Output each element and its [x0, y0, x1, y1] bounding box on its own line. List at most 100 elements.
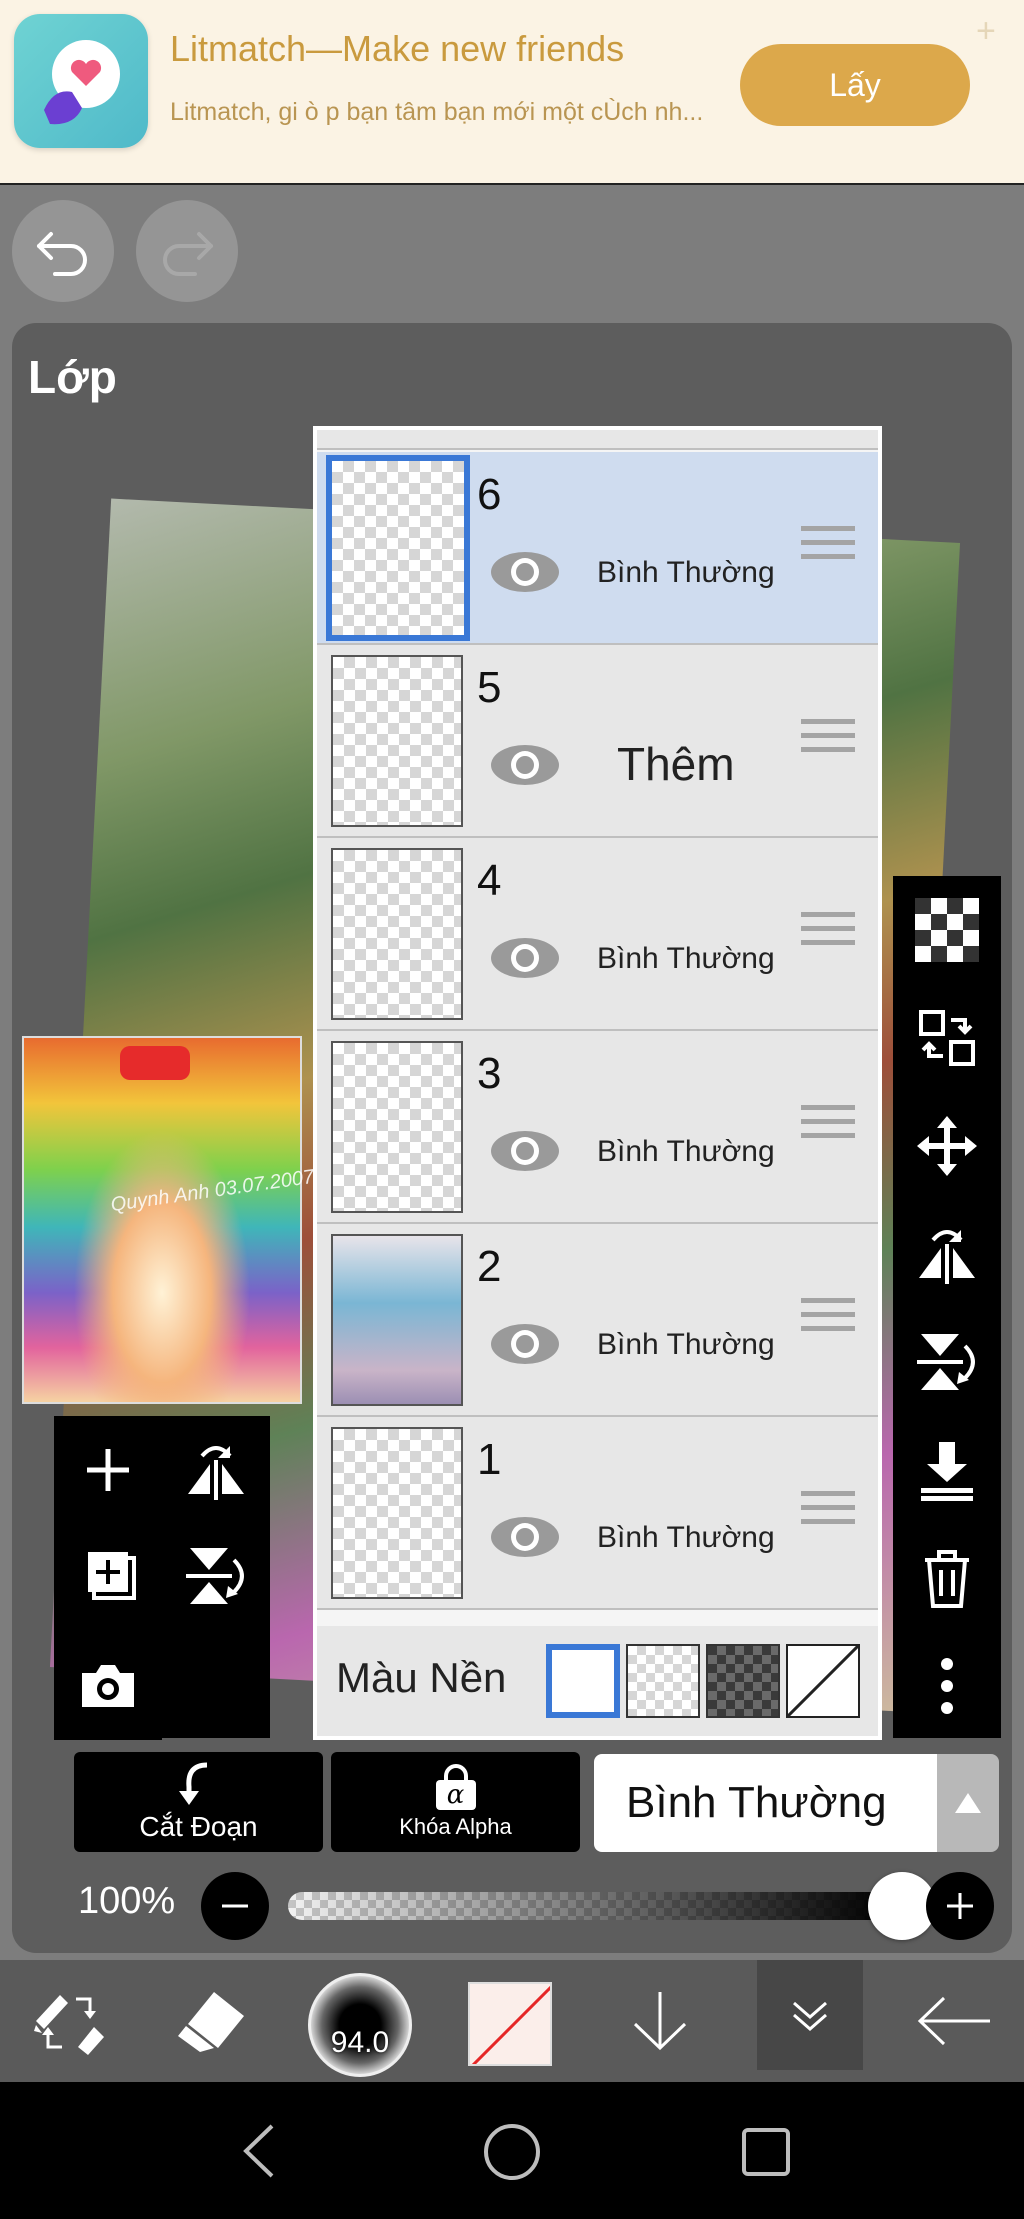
color-swatch-slash [471, 1985, 550, 2064]
background-white-swatch[interactable] [546, 1644, 620, 1718]
flip-vertical-button[interactable] [893, 1312, 1001, 1412]
merge-down-button[interactable] [893, 1420, 1001, 1520]
clipping-label: Cắt Đoạn [139, 1811, 258, 1842]
alpha-lock-label: Khóa Alpha [399, 1814, 512, 1839]
opacity-slider-fill [288, 1892, 888, 1920]
brush-size-value: 94.0 [330, 2026, 390, 2059]
merge-down-icon [921, 1442, 973, 1501]
layer-thumbnail [326, 455, 470, 641]
checkerboard-icon [915, 898, 979, 962]
move-button[interactable] [893, 1096, 1001, 1196]
opacity-increase-button[interactable] [926, 1872, 994, 1940]
color-picker-button[interactable] [468, 1982, 552, 2066]
layer-thumbnail [331, 655, 463, 827]
drag-handle-icon[interactable] [801, 1491, 855, 1533]
clipping-arrow-icon [178, 1762, 207, 1805]
transform-tool-icon [34, 1995, 104, 2055]
visibility-eye-icon[interactable] [489, 1127, 561, 1175]
layer-row-3[interactable]: 3 Bình Thường [317, 1031, 878, 1224]
opacity-value: 100% [78, 1880, 176, 1922]
arrow-down-icon [633, 1992, 687, 2051]
flip-layer-vertical-button[interactable] [162, 1522, 270, 1630]
alpha-lock-button[interactable]: α Khóa Alpha [331, 1752, 580, 1852]
visibility-eye-icon[interactable] [489, 741, 561, 789]
layer-blend-mode: Bình Thường [597, 1521, 775, 1554]
panel-title: Lớp [28, 351, 117, 403]
brush-size-button[interactable]: 94.0 [308, 1973, 412, 2077]
background-label: Màu Nền [336, 1654, 507, 1701]
double-chevron-down-icon [793, 2001, 827, 2031]
eraser-tool-button[interactable] [140, 1960, 280, 2082]
undo-button[interactable] [12, 200, 114, 302]
layer-number: 2 [477, 1242, 502, 1291]
collapse-panel-button[interactable] [757, 1960, 863, 2070]
add-layer-button[interactable] [54, 1416, 162, 1524]
background-transparent-swatch[interactable] [626, 1644, 700, 1718]
background-dark-swatch[interactable] [706, 1644, 780, 1718]
layer-thumbnail [331, 1041, 463, 1213]
nav-recents-button[interactable] [736, 2122, 796, 2187]
opacity-decrease-button[interactable] [201, 1872, 269, 1940]
visibility-eye-icon[interactable] [489, 548, 561, 596]
delete-layer-button[interactable] [893, 1528, 1001, 1628]
layer-blend-mode: Bình Thường [597, 1328, 775, 1361]
layer-number: 4 [477, 856, 502, 905]
opacity-slider[interactable] [288, 1892, 888, 1920]
layer-thumbnail [331, 848, 463, 1020]
clipping-button[interactable]: Cắt Đoạn [74, 1752, 323, 1852]
drag-handle-icon[interactable] [801, 1105, 855, 1147]
transparency-checker-button[interactable] [893, 880, 1001, 980]
layer-row-6[interactable]: 6 Bình Thường [317, 452, 878, 645]
drag-handle-icon[interactable] [801, 912, 855, 954]
layer-row-partial[interactable] [317, 430, 878, 450]
visibility-eye-icon[interactable] [489, 934, 561, 982]
more-vertical-icon [941, 1658, 953, 1714]
redo-button[interactable] [136, 200, 238, 302]
artwork-thumbnail[interactable] [22, 1036, 302, 1404]
undo-icon [37, 232, 87, 276]
flip-vertical-icon [917, 1334, 975, 1390]
none-slash-icon [786, 1644, 860, 1718]
duplicate-layer-button[interactable] [54, 1522, 162, 1630]
back-arrow-button[interactable] [884, 1960, 1024, 2082]
trash-icon [925, 1550, 969, 1608]
nav-recents-icon [742, 2128, 790, 2176]
visibility-eye-icon[interactable] [489, 1320, 561, 1368]
drag-handle-icon[interactable] [801, 526, 855, 568]
litmatch-app-icon[interactable] [14, 14, 148, 148]
arrow-left-icon [917, 1996, 990, 2046]
layer-row-2[interactable]: 2 Bình Thường [317, 1224, 878, 1417]
minus-icon [222, 1904, 248, 1908]
camera-import-button[interactable] [54, 1632, 162, 1740]
visibility-eye-icon[interactable] [489, 1513, 561, 1561]
transform-tool-button[interactable] [0, 1960, 140, 2082]
background-none-swatch[interactable] [786, 1644, 860, 1718]
layer-row-1[interactable]: 1 Bình Thường [317, 1417, 878, 1610]
layer-list[interactable]: 6 Bình Thường 5 Thêm 4 Bình Thường 3 Bìn… [313, 426, 882, 1740]
thumbnail-bow [120, 1046, 190, 1080]
nav-home-button[interactable] [480, 2120, 544, 2189]
layer-down-button[interactable] [590, 1960, 730, 2082]
ad-get-button[interactable]: Lấy [740, 44, 970, 126]
nav-back-button[interactable] [228, 2116, 288, 2191]
flip-horizontal-icon [188, 1446, 244, 1500]
ad-subtitle[interactable]: Litmatch, gi ò p bạn tâm bạn mới một cÙc… [170, 98, 703, 127]
layer-thumbnail [331, 1234, 463, 1406]
flip-horizontal-button[interactable] [893, 1204, 1001, 1304]
flip-layer-horizontal-button[interactable] [162, 1416, 270, 1524]
swap-layer-button[interactable] [893, 988, 1001, 1088]
drag-handle-icon[interactable] [801, 1298, 855, 1340]
flip-vertical-icon [186, 1548, 244, 1604]
layer-blend-mode: Thêm [617, 738, 735, 790]
more-options-button[interactable] [893, 1636, 1001, 1736]
layer-row-5[interactable]: 5 Thêm [317, 645, 878, 838]
eraser-icon [178, 1992, 244, 2052]
ad-title[interactable]: Litmatch—Make new friends [170, 28, 624, 70]
drag-handle-icon[interactable] [801, 719, 855, 761]
blend-mode-dropdown-button[interactable] [937, 1754, 999, 1852]
layer-row-4[interactable]: 4 Bình Thường [317, 838, 878, 1031]
layer-number: 5 [477, 663, 502, 712]
swap-layer-icon [919, 1010, 975, 1066]
ad-close-icon[interactable]: + [976, 12, 996, 51]
blend-mode-select[interactable]: Bình Thường [594, 1754, 937, 1852]
